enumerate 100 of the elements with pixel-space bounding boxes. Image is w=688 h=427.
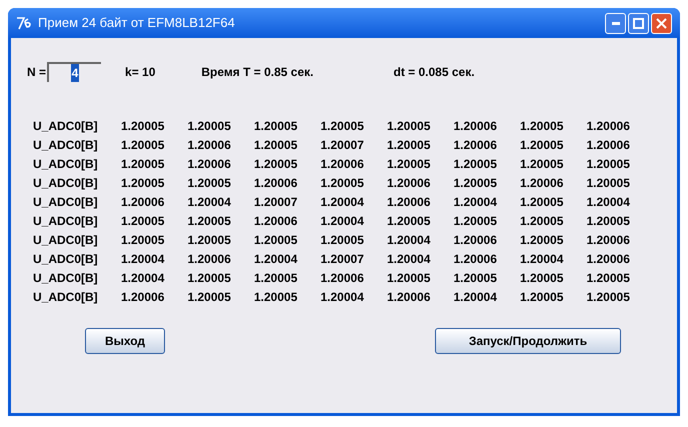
adc-value: 1.20006 bbox=[454, 232, 498, 249]
row-label: U_ADC0[B] bbox=[33, 175, 99, 192]
adc-value: 1.20005 bbox=[586, 270, 631, 287]
adc-value: 1.20005 bbox=[387, 118, 432, 135]
adc-value: 1.20005 bbox=[188, 289, 232, 306]
adc-value: 1.20005 bbox=[188, 118, 232, 135]
adc-value: 1.20004 bbox=[454, 289, 498, 306]
adc-value: 1.20004 bbox=[454, 194, 498, 211]
adc-value: 1.20006 bbox=[520, 175, 564, 192]
adc-value: 1.20005 bbox=[121, 175, 166, 192]
adc-value: 1.20004 bbox=[121, 251, 166, 268]
adc-value: 1.20005 bbox=[320, 118, 365, 135]
row-label: U_ADC0[B] bbox=[33, 289, 99, 306]
adc-value: 1.20004 bbox=[586, 194, 631, 211]
adc-value: 1.20006 bbox=[387, 289, 432, 306]
close-icon bbox=[656, 18, 667, 28]
adc-value: 1.20005 bbox=[454, 156, 498, 173]
adc-value: 1.20006 bbox=[454, 118, 498, 135]
adc-value: 1.20006 bbox=[254, 213, 298, 230]
adc-value: 1.20005 bbox=[387, 213, 432, 230]
close-button[interactable] bbox=[651, 12, 672, 34]
adc-value: 1.20005 bbox=[254, 232, 298, 249]
window-title: Прием 24 байт от EFM8LB12F64 bbox=[38, 14, 235, 32]
adc-value: 1.20006 bbox=[188, 156, 232, 173]
adc-value: 1.20006 bbox=[586, 137, 631, 154]
adc-value: 1.20005 bbox=[520, 118, 564, 135]
adc-value: 1.20005 bbox=[254, 137, 298, 154]
adc-value: 1.20006 bbox=[188, 137, 232, 154]
adc-value: 1.20005 bbox=[387, 156, 432, 173]
adc-value: 1.20005 bbox=[188, 175, 232, 192]
adc-value: 1.20006 bbox=[586, 232, 631, 249]
adc-value: 1.20005 bbox=[520, 137, 564, 154]
app-icon bbox=[16, 15, 32, 31]
start-continue-button[interactable]: Запуск/Продолжить bbox=[435, 328, 621, 354]
adc-value: 1.20005 bbox=[520, 194, 564, 211]
row-label: U_ADC0[B] bbox=[33, 251, 99, 268]
adc-value: 1.20005 bbox=[188, 213, 232, 230]
adc-value: 1.20005 bbox=[520, 270, 564, 287]
adc-value: 1.20007 bbox=[254, 194, 298, 211]
adc-value: 1.20005 bbox=[520, 156, 564, 173]
row-label: U_ADC0[B] bbox=[33, 270, 99, 287]
adc-value: 1.20005 bbox=[121, 118, 166, 135]
adc-value: 1.20005 bbox=[188, 270, 232, 287]
row-label: U_ADC0[B] bbox=[33, 156, 99, 173]
adc-value: 1.20006 bbox=[320, 156, 365, 173]
adc-value: 1.20005 bbox=[121, 232, 166, 249]
adc-value: 1.20004 bbox=[520, 251, 564, 268]
row-label: U_ADC0[B] bbox=[33, 194, 99, 211]
adc-value: 1.20007 bbox=[320, 251, 365, 268]
minimize-icon bbox=[612, 22, 620, 24]
adc-value: 1.20004 bbox=[254, 251, 298, 268]
k-value: k= 10 bbox=[125, 64, 156, 81]
adc-value: 1.20006 bbox=[121, 194, 166, 211]
adc-value: 1.20005 bbox=[254, 118, 298, 135]
adc-value: 1.20006 bbox=[454, 251, 498, 268]
adc-value: 1.20006 bbox=[387, 175, 432, 192]
n-value: 4 bbox=[70, 64, 80, 82]
n-input-field[interactable]: 4 bbox=[47, 62, 102, 82]
time-value: Время T = 0.85 сек. bbox=[201, 64, 314, 81]
maximize-button[interactable] bbox=[628, 12, 649, 34]
adc-value: 1.20006 bbox=[254, 175, 298, 192]
adc-value: 1.20006 bbox=[121, 289, 166, 306]
adc-value: 1.20005 bbox=[454, 270, 498, 287]
adc-value: 1.20005 bbox=[520, 289, 564, 306]
adc-value: 1.20005 bbox=[254, 289, 298, 306]
adc-value: 1.20006 bbox=[387, 194, 432, 211]
adc-value: 1.20006 bbox=[586, 118, 631, 135]
adc-value: 1.20006 bbox=[320, 270, 365, 287]
adc-value: 1.20007 bbox=[320, 137, 365, 154]
adc-value: 1.20005 bbox=[254, 156, 298, 173]
row-label: U_ADC0[B] bbox=[33, 232, 99, 249]
adc-value: 1.20004 bbox=[320, 194, 365, 211]
adc-value: 1.20005 bbox=[387, 137, 432, 154]
adc-value: 1.20005 bbox=[387, 270, 432, 287]
adc-value: 1.20006 bbox=[586, 251, 631, 268]
adc-value: 1.20005 bbox=[121, 156, 166, 173]
dt-value: dt = 0.085 сек. bbox=[394, 64, 475, 81]
adc-value: 1.20005 bbox=[586, 156, 631, 173]
adc-value: 1.20005 bbox=[586, 289, 631, 306]
adc-value: 1.20004 bbox=[188, 194, 232, 211]
adc-value: 1.20004 bbox=[320, 289, 365, 306]
adc-value: 1.20005 bbox=[586, 175, 631, 192]
maximize-icon bbox=[633, 18, 644, 28]
adc-value: 1.20005 bbox=[320, 232, 365, 249]
adc-value: 1.20005 bbox=[254, 270, 298, 287]
adc-value: 1.20005 bbox=[188, 232, 232, 249]
adc-value: 1.20005 bbox=[121, 137, 166, 154]
adc-value: 1.20006 bbox=[188, 251, 232, 268]
adc-value: 1.20006 bbox=[454, 137, 498, 154]
adc-value: 1.20004 bbox=[121, 270, 166, 287]
adc-value: 1.20004 bbox=[387, 251, 432, 268]
adc-value: 1.20005 bbox=[586, 213, 631, 230]
adc-value: 1.20004 bbox=[320, 213, 365, 230]
n-label: N = bbox=[27, 64, 46, 81]
row-label: U_ADC0[B] bbox=[33, 137, 99, 154]
row-label: U_ADC0[B] bbox=[33, 118, 99, 135]
exit-button[interactable]: Выход bbox=[85, 328, 165, 354]
adc-value: 1.20004 bbox=[387, 232, 432, 249]
row-label: U_ADC0[B] bbox=[33, 213, 99, 230]
minimize-button[interactable] bbox=[605, 12, 626, 34]
